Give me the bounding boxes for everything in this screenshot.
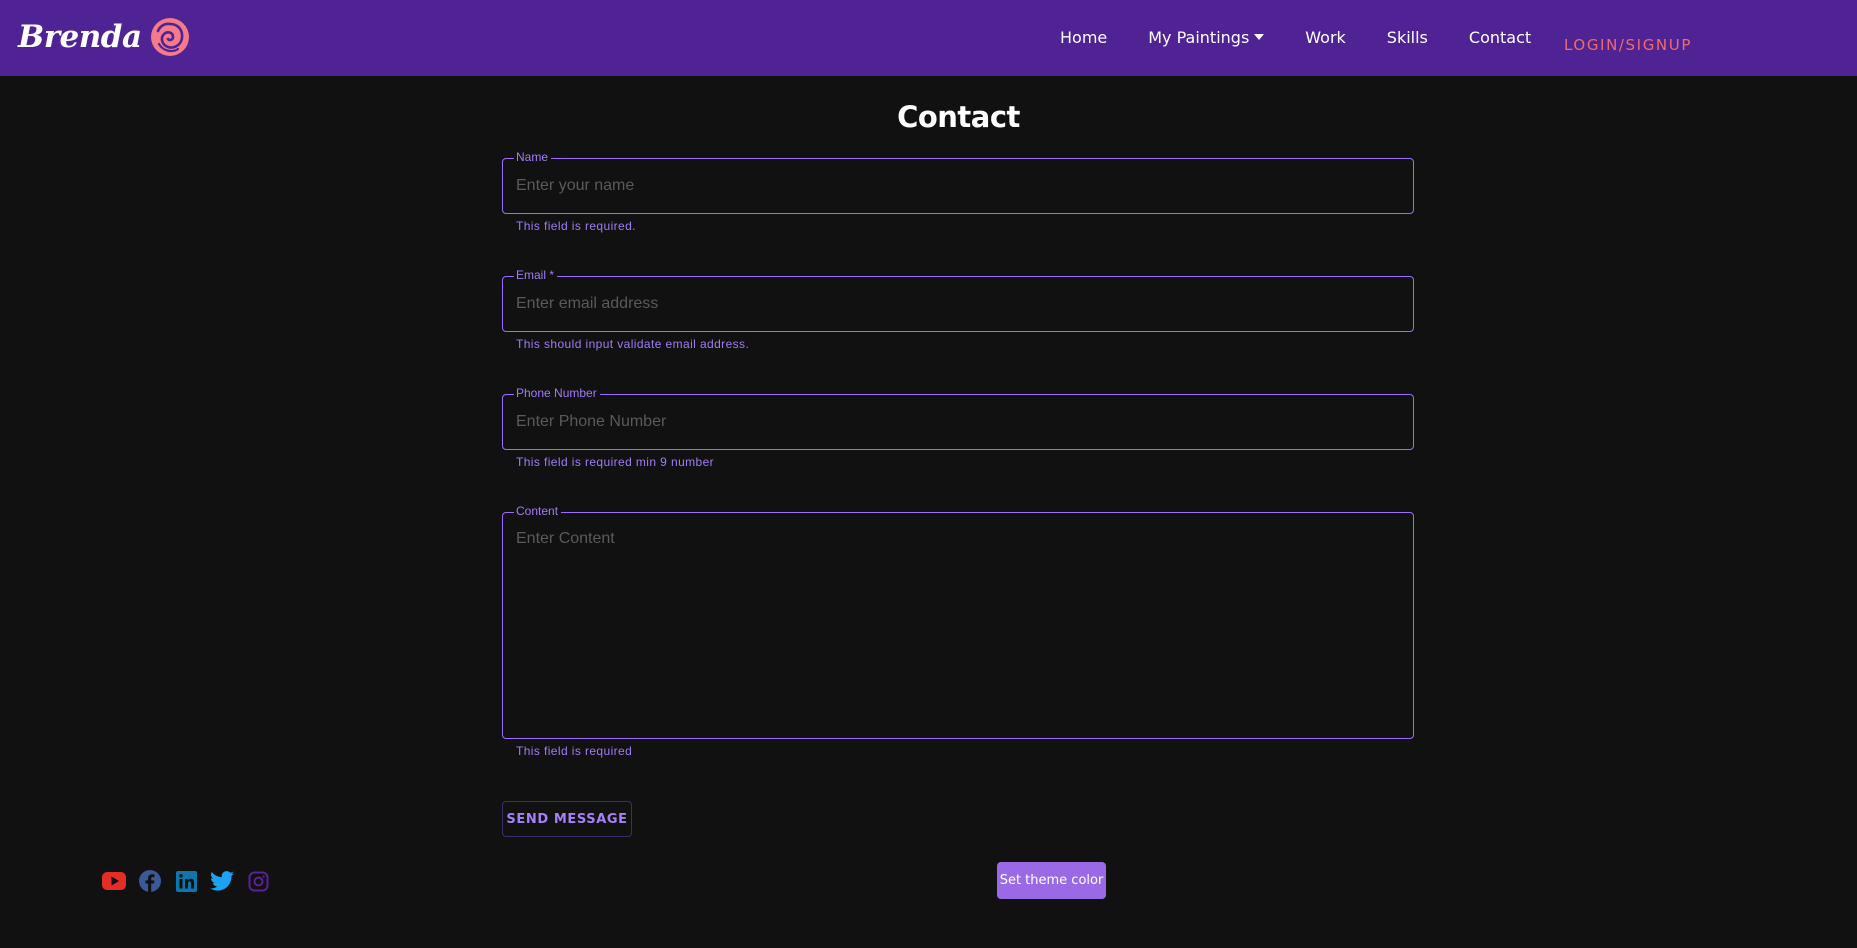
navbar: Brenda Home My Paintings Work Skills Con… — [0, 0, 1857, 76]
nav-home-label: Home — [1060, 27, 1108, 47]
set-theme-color-button[interactable]: Set theme color — [997, 862, 1106, 899]
nav-my-paintings[interactable]: My Paintings — [1148, 27, 1265, 47]
content-field: Content — [502, 504, 1414, 739]
phone-input[interactable] — [503, 395, 1413, 449]
name-helper-text: This field is required. — [516, 219, 636, 233]
content-textarea[interactable] — [503, 513, 1413, 738]
nav-home[interactable]: Home — [1060, 28, 1107, 47]
phone-helper-text: This field is required min 9 number — [516, 455, 715, 469]
login-signup-link[interactable]: LOGIN/SIGNUP — [1564, 36, 1692, 54]
linkedin-icon[interactable] — [174, 869, 198, 893]
nav-work-label: Work — [1305, 27, 1346, 47]
nav-contact[interactable]: Contact — [1469, 28, 1531, 47]
phone-field: Phone Number — [502, 386, 1414, 450]
nav-links: Home My Paintings Work Skills Contact — [1060, 0, 1572, 74]
brand-name: Brenda — [18, 19, 142, 55]
twitter-icon[interactable] — [210, 869, 234, 893]
name-field: Name — [502, 150, 1414, 214]
rose-icon — [150, 18, 189, 56]
name-input[interactable] — [503, 159, 1413, 213]
email-label: Email * — [514, 268, 558, 282]
social-links — [102, 868, 270, 894]
email-input[interactable] — [503, 277, 1413, 331]
phone-label: Phone Number — [514, 386, 600, 400]
content-helper-text: This field is required — [516, 744, 633, 758]
email-helper-text: This should input validate email address… — [516, 337, 750, 351]
nav-contact-label: Contact — [1468, 27, 1532, 47]
nav-skills-label: Skills — [1386, 27, 1428, 47]
caret-down-icon — [1254, 34, 1265, 40]
send-message-button[interactable]: SEND MESSAGE — [502, 801, 632, 837]
instagram-icon[interactable] — [246, 869, 270, 893]
name-label: Name — [514, 150, 552, 164]
brand[interactable]: Brenda — [18, 12, 190, 62]
nav-my-paintings-label: My Paintings — [1148, 27, 1250, 47]
content-label: Content — [514, 504, 562, 518]
youtube-icon[interactable] — [102, 869, 126, 893]
email-field: Email * — [502, 268, 1414, 332]
nav-skills[interactable]: Skills — [1387, 28, 1428, 47]
nav-work[interactable]: Work — [1305, 28, 1346, 47]
page-title: Contact — [897, 100, 1020, 134]
facebook-icon[interactable] — [138, 869, 162, 893]
